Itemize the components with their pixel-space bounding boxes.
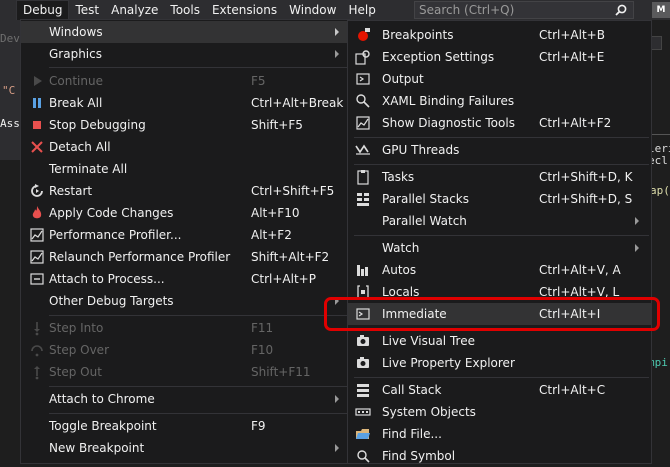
windows-submenu: Breakpoints Ctrl+Alt+B Exception Setting… <box>347 20 652 464</box>
debug-item-step-out[interactable]: Step Out Shift+F11 <box>21 361 349 383</box>
breakpoint-icon <box>358 28 370 41</box>
bg-right-text3: ap( <box>650 184 670 197</box>
windows-item-live-property-explorer[interactable]: Live Property Explorer <box>348 352 651 374</box>
menu-analyze[interactable]: Analyze <box>105 0 164 20</box>
menu-help[interactable]: Help <box>342 0 381 20</box>
gpu-threads-icon <box>355 144 370 155</box>
menu-separator <box>49 67 347 68</box>
menu-separator <box>354 235 649 236</box>
menu-tools[interactable]: Tools <box>164 0 206 20</box>
search-icon[interactable] <box>615 4 627 16</box>
restart-icon <box>31 184 43 197</box>
menu-separator <box>354 137 649 138</box>
windows-item-parallel-stacks[interactable]: Parallel Stacks Ctrl+Shift+D, S <box>348 188 651 210</box>
windows-item-xaml-binding-failures[interactable]: XAML Binding Failures <box>348 90 651 112</box>
play-icon <box>34 76 42 86</box>
exception-settings-icon <box>355 50 370 65</box>
windows-item-autos[interactable]: Autos Ctrl+Alt+V, A <box>348 259 651 281</box>
xaml-binding-icon <box>356 94 370 108</box>
menu-separator <box>49 386 347 387</box>
chart-icon <box>30 250 44 264</box>
windows-item-show-diagnostic-tools[interactable]: Show Diagnostic Tools Ctrl+Alt+F2 <box>348 112 651 134</box>
debug-item-relaunch-profiler[interactable]: Relaunch Performance Profiler Shift+Alt+… <box>21 246 349 268</box>
menu-separator <box>354 164 649 165</box>
menu-debug[interactable]: Debug <box>16 0 70 20</box>
camera-icon <box>357 357 369 368</box>
debug-item-terminate-all[interactable]: Terminate All <box>21 158 349 180</box>
search-box[interactable] <box>414 1 634 19</box>
search-input[interactable] <box>417 2 611 18</box>
menu-test[interactable]: Test <box>69 0 105 20</box>
bg-quote-text: "C <box>2 84 16 97</box>
debug-item-toggle-breakpoint[interactable]: Toggle Breakpoint F9 <box>21 415 349 437</box>
call-stack-icon <box>357 384 369 397</box>
flame-icon <box>32 206 42 219</box>
chart-icon <box>30 228 44 242</box>
debug-item-stop-debugging[interactable]: Stop Debugging Shift+F5 <box>21 114 349 136</box>
menu-separator <box>49 315 347 316</box>
debug-item-step-into[interactable]: Step Into F11 <box>21 317 349 339</box>
chevron-right-icon <box>335 50 339 58</box>
menu-separator <box>49 413 347 414</box>
windows-item-exception-settings[interactable]: Exception Settings Ctrl+Alt+E <box>348 46 651 68</box>
windows-item-breakpoints[interactable]: Breakpoints Ctrl+Alt+B <box>348 24 651 46</box>
chevron-right-icon <box>335 444 339 452</box>
debug-item-windows[interactable]: Windows <box>21 21 349 43</box>
debug-item-attach-to-chrome[interactable]: Attach to Chrome <box>21 388 349 410</box>
windows-item-watch[interactable]: Watch <box>348 237 651 259</box>
parallel-stacks-icon <box>357 193 369 206</box>
pause-icon <box>33 98 41 108</box>
x-icon <box>31 141 43 153</box>
windows-item-find-file[interactable]: Find File... <box>348 423 651 445</box>
chevron-right-icon <box>635 217 639 225</box>
debug-item-continue[interactable]: Continue F5 <box>21 70 349 92</box>
windows-item-live-visual-tree[interactable]: Live Visual Tree <box>348 330 651 352</box>
highlight-callout <box>324 297 660 331</box>
attach-icon <box>30 273 44 285</box>
debug-item-break-all[interactable]: Break All Ctrl+Alt+Break <box>21 92 349 114</box>
menu-stub[interactable] <box>0 0 16 20</box>
chevron-right-icon <box>635 244 639 252</box>
bg-dev-text: Dev <box>0 32 20 45</box>
step-into-icon <box>34 322 40 336</box>
diagnostic-icon <box>356 116 370 130</box>
debug-item-restart[interactable]: Restart Ctrl+Shift+F5 <box>21 180 349 202</box>
find-symbol-icon <box>357 450 370 463</box>
debug-item-detach-all[interactable]: Detach All <box>21 136 349 158</box>
debug-item-graphics[interactable]: Graphics <box>21 43 349 65</box>
bg-ass-text: Ass <box>0 117 20 130</box>
system-objects-icon <box>355 408 371 416</box>
debug-item-new-breakpoint[interactable]: New Breakpoint <box>21 437 349 459</box>
windows-item-call-stack[interactable]: Call Stack Ctrl+Alt+C <box>348 379 651 401</box>
tasks-icon <box>357 170 369 185</box>
debug-item-performance-profiler[interactable]: Performance Profiler... Alt+F2 <box>21 224 349 246</box>
menu-extensions[interactable]: Extensions <box>206 0 283 20</box>
stop-icon <box>33 121 41 129</box>
debug-menu: Windows Graphics Continue F5 Break All C… <box>20 19 350 464</box>
menu-window[interactable]: Window <box>283 0 342 20</box>
debug-item-attach-to-process[interactable]: Attach to Process... Ctrl+Alt+P <box>21 268 349 290</box>
debug-item-apply-code-changes[interactable]: Apply Code Changes Alt+F10 <box>21 202 349 224</box>
autos-icon <box>357 265 368 276</box>
menu-separator <box>354 377 649 378</box>
windows-item-tasks[interactable]: Tasks Ctrl+Shift+D, K <box>348 166 651 188</box>
debug-item-step-over[interactable]: Step Over F10 <box>21 339 349 361</box>
debug-item-other-debug-targets[interactable]: Other Debug Targets <box>21 290 349 312</box>
windows-item-find-symbol[interactable]: Find Symbol <box>348 445 651 467</box>
windows-item-gpu-threads[interactable]: GPU Threads <box>348 139 651 161</box>
output-icon <box>356 73 370 85</box>
windows-item-parallel-watch[interactable]: Parallel Watch <box>348 210 651 232</box>
camera-icon <box>357 335 369 346</box>
chevron-right-icon <box>335 395 339 403</box>
account-badge[interactable]: M <box>652 2 670 18</box>
chevron-right-icon <box>335 28 339 36</box>
windows-item-system-objects[interactable]: System Objects <box>348 401 651 423</box>
find-file-icon <box>356 429 370 439</box>
step-out-icon <box>34 366 40 380</box>
windows-item-output[interactable]: Output <box>348 68 651 90</box>
step-over-icon <box>31 345 43 357</box>
